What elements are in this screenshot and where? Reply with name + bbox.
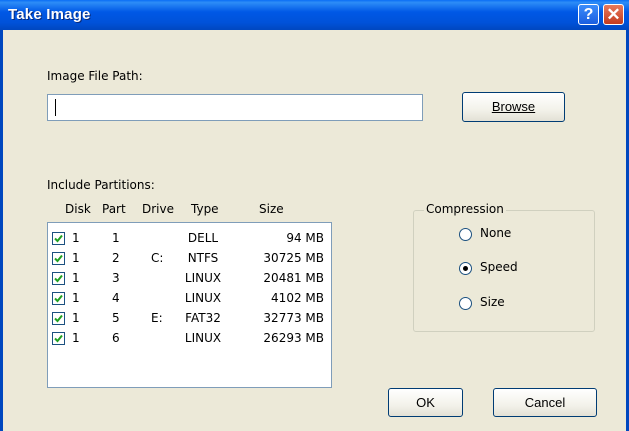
partition-checkbox[interactable] (52, 272, 65, 285)
ok-button[interactable]: OK (388, 388, 463, 417)
cell-disk: 1 (72, 331, 80, 345)
partition-row[interactable]: 1 1 DELL 94 MB (48, 228, 331, 248)
partition-checkbox[interactable] (52, 252, 65, 265)
radio-none-label: None (480, 226, 512, 240)
partition-row[interactable]: 1 4 LINUX 4102 MB (48, 288, 331, 308)
cell-type: DELL (187, 231, 219, 245)
partitions-label: Include Partitions: (47, 178, 155, 192)
window-border-left (0, 30, 3, 431)
help-button[interactable]: ? (578, 4, 599, 25)
cell-type: LINUX (184, 331, 222, 345)
header-type: Type (191, 202, 219, 216)
cell-drive: E: (151, 311, 163, 325)
radio-size-label: Size (480, 295, 505, 309)
cell-size: 4102 MB (271, 291, 324, 305)
cell-size: 32773 MB (263, 311, 324, 325)
partition-checkbox[interactable] (52, 292, 65, 305)
cell-size: 30725 MB (263, 251, 324, 265)
partitions-list[interactable]: 1 1 DELL 94 MB 1 2 C: NTFS 30725 MB 1 3 … (47, 222, 332, 388)
checkmark-icon (54, 294, 63, 303)
header-disk: Disk (65, 202, 91, 216)
cell-part: 1 (112, 231, 120, 245)
cancel-button[interactable]: Cancel (493, 388, 597, 417)
checkmark-icon (54, 234, 63, 243)
radio-none[interactable] (459, 228, 472, 241)
cell-disk: 1 (72, 251, 80, 265)
partition-checkbox[interactable] (52, 332, 65, 345)
cell-part: 5 (112, 311, 120, 325)
header-size: Size (259, 202, 284, 216)
checkmark-icon (54, 314, 63, 323)
cell-disk: 1 (72, 231, 80, 245)
text-caret (55, 99, 56, 116)
checkmark-icon (54, 334, 63, 343)
checkmark-icon (54, 254, 63, 263)
partition-checkbox[interactable] (52, 232, 65, 245)
partition-row[interactable]: 1 6 LINUX 26293 MB (48, 328, 331, 348)
cancel-button-label: Cancel (524, 395, 566, 410)
header-drive: Drive (142, 202, 174, 216)
image-path-label: Image File Path: (47, 69, 143, 83)
image-path-input[interactable] (47, 94, 423, 121)
title-bar[interactable]: Take Image ? ✕ (0, 0, 629, 30)
radio-size[interactable] (459, 297, 472, 310)
cell-disk: 1 (72, 291, 80, 305)
cell-size: 20481 MB (263, 271, 324, 285)
cell-drive: C: (151, 251, 164, 265)
cell-part: 2 (112, 251, 120, 265)
browse-button-label: Browse (491, 99, 536, 114)
cell-part: 3 (112, 271, 120, 285)
cell-disk: 1 (72, 311, 80, 325)
radio-dot-icon (463, 266, 468, 271)
cell-type: FAT32 (185, 311, 221, 325)
partition-row[interactable]: 1 3 LINUX 20481 MB (48, 268, 331, 288)
cell-type: NTFS (187, 251, 219, 265)
cell-type: LINUX (184, 271, 222, 285)
window-title: Take Image (8, 6, 91, 23)
partition-row[interactable]: 1 5 E: FAT32 32773 MB (48, 308, 331, 328)
radio-speed[interactable] (459, 262, 472, 275)
cell-disk: 1 (72, 271, 80, 285)
browse-button[interactable]: Browse (462, 92, 565, 122)
cell-part: 6 (112, 331, 120, 345)
cell-size: 26293 MB (263, 331, 324, 345)
checkmark-icon (54, 274, 63, 283)
cell-size: 94 MB (286, 231, 324, 245)
compression-label: Compression (424, 202, 506, 216)
cell-part: 4 (112, 291, 120, 305)
cell-type: LINUX (184, 291, 222, 305)
ok-button-label: OK (416, 395, 435, 410)
header-part: Part (102, 202, 126, 216)
radio-speed-label: Speed (480, 260, 518, 274)
partition-checkbox[interactable] (52, 312, 65, 325)
partition-row[interactable]: 1 2 C: NTFS 30725 MB (48, 248, 331, 268)
close-button[interactable]: ✕ (603, 4, 624, 25)
